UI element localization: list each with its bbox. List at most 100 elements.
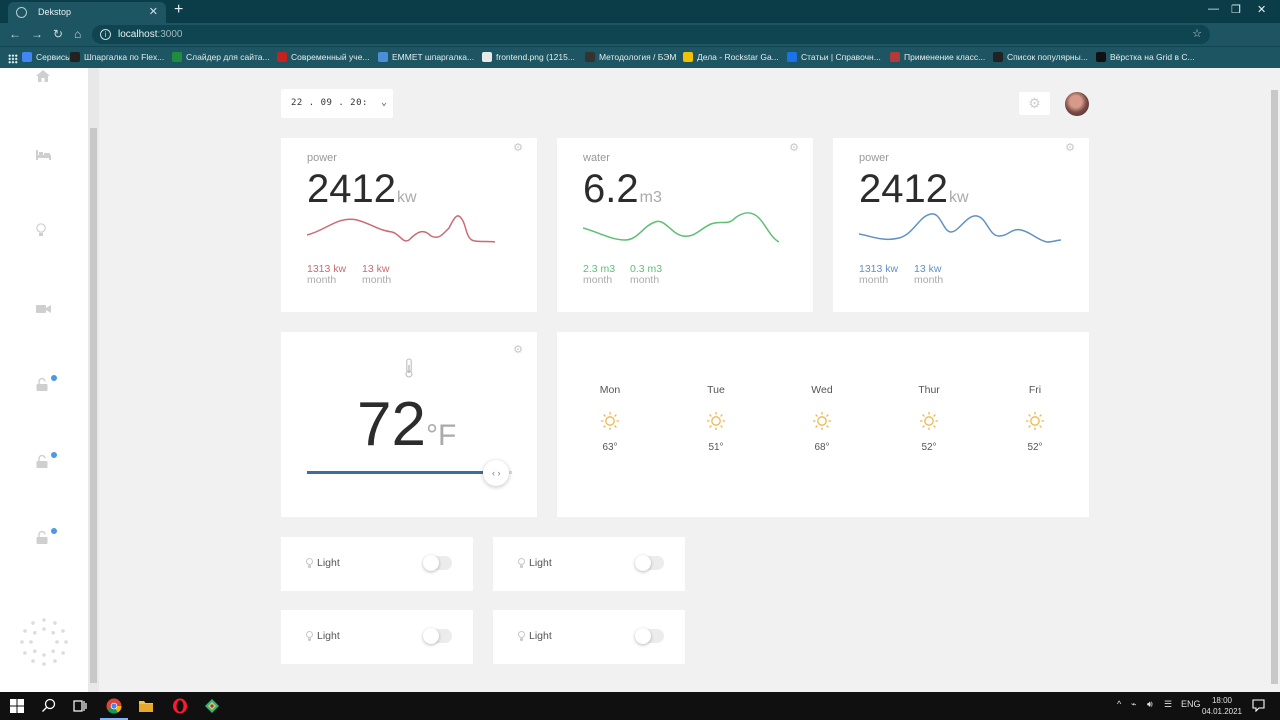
bulb-icon xyxy=(306,558,313,568)
system-clock[interactable]: 18:00 04.01.2021 xyxy=(1200,695,1244,717)
temperature-slider[interactable] xyxy=(307,471,512,474)
date-picker[interactable]: 22 . 09 . 20: ⌄ xyxy=(281,89,393,118)
forecast-day: Wed 68° xyxy=(782,384,862,453)
scrollbar-thumb[interactable] xyxy=(1271,90,1278,684)
bookmark-label: Сервисы xyxy=(36,52,72,62)
bookmark-favicon-icon xyxy=(378,52,388,62)
bookmark-label: Вёрстка на Grid в С... xyxy=(1110,52,1195,62)
bookmark-item[interactable]: Методология / БЭМ xyxy=(585,52,676,62)
restore-icon[interactable]: ❐ xyxy=(1231,3,1241,16)
bookmark-label: Современный уче... xyxy=(291,52,370,62)
bookmark-item[interactable]: Дела - Rockstar Ga... xyxy=(683,52,779,62)
gear-icon[interactable]: ⚙ xyxy=(513,141,523,154)
gear-icon[interactable]: ⚙ xyxy=(1065,141,1075,154)
bookmark-item[interactable]: Слайдер для сайта... xyxy=(172,52,270,62)
toggle-knob xyxy=(423,555,439,571)
bookmark-item[interactable]: Шпаргалка по Flex... xyxy=(70,52,164,62)
metric-card-water: ⚙ water 6.2m3 2.3 m3 month 0.3 m3 month xyxy=(557,138,813,312)
scrollbar-thumb[interactable] xyxy=(90,128,97,683)
browser-tab[interactable]: Dekstop ✕ xyxy=(8,2,166,23)
sidebar-item-bedroom[interactable] xyxy=(36,148,51,163)
bookmark-item[interactable]: frontend.png (1215... xyxy=(482,52,575,62)
light-label: Light xyxy=(529,557,552,569)
stat-month-delta: 13 kw month xyxy=(914,263,944,286)
light-toggle[interactable] xyxy=(423,628,452,644)
sidebar-item-lock-3[interactable] xyxy=(36,530,48,547)
wifi-icon[interactable]: ☰ xyxy=(1164,699,1172,710)
bookmark-item[interactable]: Вёрстка на Grid в С... xyxy=(1096,52,1195,62)
sidebar-item-lock-1[interactable] xyxy=(36,377,48,394)
bookmark-item[interactable]: Сервисы xyxy=(22,52,71,62)
volume-icon[interactable]: 🔊︎ xyxy=(1147,699,1153,710)
bookmark-favicon-icon xyxy=(1096,52,1106,62)
address-bar[interactable]: i localhost:3000 ☆ xyxy=(92,25,1210,44)
settings-button[interactable]: ⚙ xyxy=(1019,92,1050,115)
apps-grid-icon[interactable] xyxy=(8,54,18,64)
forecast-temperature: 68° xyxy=(814,442,830,453)
gitkraken-icon[interactable] xyxy=(204,698,220,714)
forecast-day-name: Wed xyxy=(811,384,833,396)
bookmark-star-icon[interactable]: ☆ xyxy=(1192,27,1202,40)
bookmark-item[interactable]: Список популярны... xyxy=(993,52,1088,62)
stat-month-total: 1313 kw month xyxy=(859,263,899,286)
light-toggle[interactable] xyxy=(635,555,664,571)
slider-fill xyxy=(307,471,484,474)
chevron-down-icon[interactable]: ⌄ xyxy=(381,97,387,108)
light-label: Light xyxy=(317,630,340,642)
bookmark-favicon-icon xyxy=(70,52,80,62)
bookmark-favicon-icon xyxy=(890,52,900,62)
home-browser-icon[interactable]: ⌂ xyxy=(74,27,81,41)
opera-icon[interactable] xyxy=(172,698,188,714)
light-toggle[interactable] xyxy=(635,628,664,644)
bookmark-label: Статьи | Справочн... xyxy=(801,52,881,62)
user-avatar[interactable] xyxy=(1065,92,1089,116)
notifications-icon[interactable] xyxy=(1252,699,1265,712)
sidebar-item-cameras[interactable] xyxy=(36,302,51,317)
info-icon[interactable]: i xyxy=(100,29,111,40)
sidebar-scrollbar[interactable] xyxy=(88,68,99,692)
bookmark-item[interactable]: Современный уче... xyxy=(277,52,370,62)
gear-icon[interactable]: ⚙ xyxy=(789,141,799,154)
sparkline-path xyxy=(307,215,496,243)
sidebar-item-home[interactable] xyxy=(36,70,50,85)
close-icon[interactable]: ✕ xyxy=(149,5,158,18)
minimize-icon[interactable]: — xyxy=(1208,3,1219,15)
file-explorer-icon[interactable] xyxy=(138,698,154,714)
task-view-icon[interactable] xyxy=(72,698,88,714)
forward-icon[interactable]: → xyxy=(31,27,43,41)
network-icon[interactable]: ⌁ xyxy=(1131,699,1136,710)
bookmark-label: Шпаргалка по Flex... xyxy=(84,52,165,62)
sidebar-item-lighting[interactable] xyxy=(36,223,46,240)
language-indicator[interactable]: ENG xyxy=(1181,699,1201,709)
bulb-icon xyxy=(518,558,525,568)
temperature-value: 72°F xyxy=(357,390,457,459)
bulb-icon xyxy=(306,631,313,641)
slider-handle[interactable]: ‹ › xyxy=(483,460,510,486)
bulb-icon xyxy=(36,223,46,236)
new-tab-button[interactable]: + xyxy=(174,1,183,19)
forecast-day-name: Tue xyxy=(707,384,725,396)
tray-overflow-icon[interactable]: ^ xyxy=(1117,699,1121,709)
gear-icon[interactable]: ⚙ xyxy=(513,343,523,356)
forecast-temperature: 52° xyxy=(921,442,937,453)
sidebar-item-lock-2[interactable] xyxy=(36,454,48,471)
reload-icon[interactable]: ↻ xyxy=(53,27,63,41)
loader-dots-icon xyxy=(20,618,68,666)
back-icon[interactable]: ← xyxy=(9,27,21,41)
window-close-icon[interactable]: ✕ xyxy=(1257,3,1266,16)
light-card: Light xyxy=(493,610,685,664)
page-scrollbar[interactable] xyxy=(1269,68,1280,692)
windows-start-icon[interactable] xyxy=(10,699,24,713)
bookmark-item[interactable]: Применение класс... xyxy=(890,52,985,62)
home-icon xyxy=(36,70,50,82)
light-card: Light xyxy=(281,610,473,664)
search-icon[interactable] xyxy=(41,698,57,714)
bookmark-item[interactable]: EMMET шпаргалка... xyxy=(378,52,474,62)
sparkline-path xyxy=(859,213,1061,243)
bookmark-label: frontend.png (1215... xyxy=(496,52,575,62)
bookmark-item[interactable]: Статьи | Справочн... xyxy=(787,52,881,62)
forecast-day: Tue 51° xyxy=(676,384,756,453)
chrome-icon[interactable] xyxy=(106,698,122,714)
bookmark-label: EMMET шпаргалка... xyxy=(392,52,475,62)
light-toggle[interactable] xyxy=(423,555,452,571)
